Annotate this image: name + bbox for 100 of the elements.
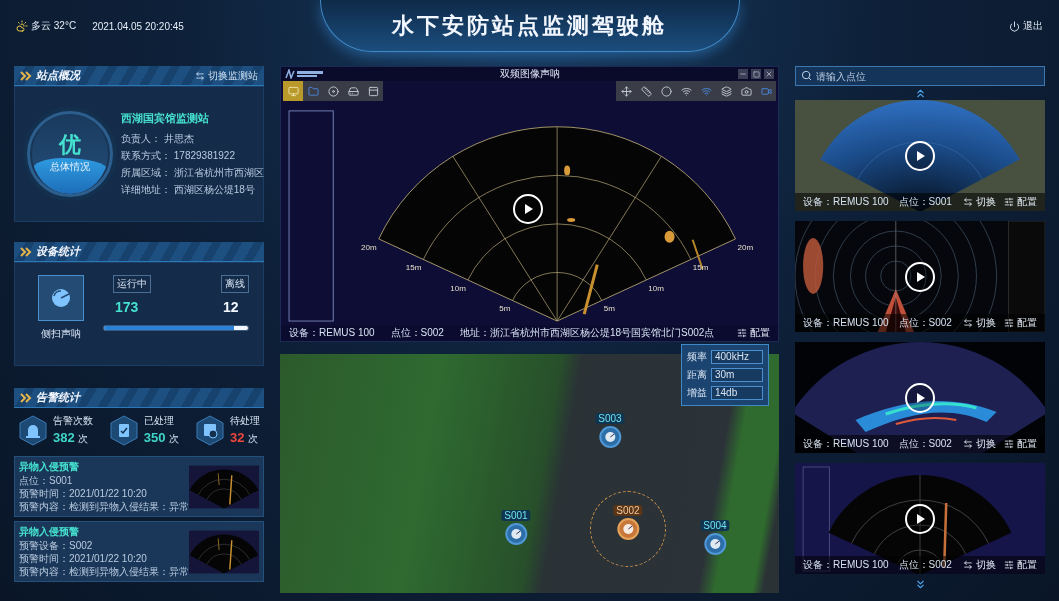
setting-label: 增益 bbox=[687, 386, 707, 400]
datetime-text: 2021.04.05 20:20:45 bbox=[92, 20, 184, 32]
video-icon bbox=[760, 85, 772, 97]
device-text: 设备：REMUS 100 bbox=[803, 195, 889, 209]
clipboard-check-icon bbox=[108, 414, 139, 446]
play-button[interactable] bbox=[905, 382, 935, 413]
play-icon bbox=[914, 391, 926, 404]
station-marker[interactable] bbox=[617, 518, 639, 540]
circle-icon bbox=[660, 85, 672, 97]
config-button[interactable]: 配置 bbox=[1004, 558, 1037, 572]
stat-label: 待处理 bbox=[230, 414, 260, 428]
drive-icon bbox=[347, 85, 359, 97]
alert-card[interactable]: 异物入侵预警 点位：S001 预警时间：2021/01/22 10:20 预警内容：检测到异物入侵结果：异常 bbox=[14, 456, 264, 517]
signal-icon bbox=[700, 85, 712, 97]
alert-text: 点位：S001 bbox=[19, 475, 74, 487]
panel-title: 站点概况 bbox=[36, 68, 80, 83]
power-icon bbox=[1009, 20, 1020, 32]
grade-caption: 总体情况 bbox=[50, 160, 90, 174]
signal-icon bbox=[680, 85, 692, 97]
config-button[interactable]: 配置 bbox=[1004, 195, 1037, 209]
device-text: 设备：REMUS 100 bbox=[289, 326, 375, 340]
radar-icon bbox=[510, 528, 522, 540]
station-label: S001 bbox=[501, 510, 531, 521]
device-text: 设备：REMUS 100 bbox=[803, 558, 889, 572]
device-name: 侧扫声呐 bbox=[41, 327, 81, 341]
switch-button[interactable]: 切换 bbox=[963, 316, 996, 330]
alert-text: 预警设备：S002 bbox=[19, 540, 94, 552]
close-icon bbox=[765, 70, 773, 78]
minimize-icon bbox=[739, 70, 747, 78]
search-field[interactable]: 请输入点位 bbox=[795, 66, 1045, 86]
radar-icon bbox=[622, 523, 634, 535]
play-icon bbox=[914, 512, 926, 525]
config-button[interactable]: 配置 bbox=[1004, 437, 1037, 451]
status-tag: 离线 bbox=[221, 275, 249, 293]
station-name: 西湖国宾馆监测站 bbox=[121, 111, 210, 126]
config-button[interactable]: 配置 bbox=[1004, 316, 1037, 330]
window-title: 双频图像声呐 bbox=[498, 67, 561, 81]
setting-field[interactable]: 14db bbox=[711, 386, 763, 400]
station-info-text: 所属区域： 浙江省杭州市西湖区 bbox=[121, 166, 264, 180]
setting-label: 频率 bbox=[687, 350, 707, 364]
station-marker[interactable] bbox=[599, 426, 621, 448]
radar-icon bbox=[709, 538, 721, 550]
switch-icon bbox=[963, 318, 973, 328]
disc-icon bbox=[327, 85, 339, 97]
station-marker[interactable] bbox=[505, 523, 527, 545]
panel-title: 告警统计 bbox=[36, 390, 80, 405]
layers-icon bbox=[720, 85, 732, 97]
chevrons-icon bbox=[20, 70, 32, 81]
switch-button[interactable]: 切换 bbox=[963, 437, 996, 451]
switch-button[interactable]: 切换 bbox=[963, 558, 996, 572]
setting-field[interactable]: 400kHz bbox=[711, 350, 763, 364]
logout-button[interactable]: 退出 bbox=[1009, 19, 1043, 33]
play-icon bbox=[914, 149, 926, 162]
window-icon bbox=[367, 85, 379, 97]
point-text: 点位：S002 bbox=[898, 437, 952, 451]
weather-text: 多云 32°C bbox=[31, 19, 77, 33]
status-tag: 运行中 bbox=[113, 275, 151, 293]
setting-field[interactable]: 30m bbox=[711, 368, 763, 382]
radar-icon bbox=[50, 287, 72, 309]
station-label: S002 bbox=[613, 505, 643, 516]
sliders-icon bbox=[1004, 318, 1014, 328]
switch-icon bbox=[963, 197, 973, 207]
play-button[interactable] bbox=[905, 261, 935, 292]
chevrons-icon bbox=[20, 392, 32, 403]
radar-icon bbox=[604, 431, 616, 443]
search-icon bbox=[801, 70, 812, 81]
switch-button[interactable]: 切换 bbox=[963, 195, 996, 209]
maximize-icon bbox=[752, 70, 760, 78]
station-label: S003 bbox=[595, 413, 625, 424]
sliders-icon bbox=[1004, 439, 1014, 449]
station-marker[interactable] bbox=[704, 533, 726, 555]
count-text: 173 bbox=[115, 299, 140, 315]
play-button[interactable] bbox=[513, 194, 543, 224]
station-info-text: 负责人： 井思杰 bbox=[121, 132, 195, 146]
station-info-text: 详细地址： 西湖区杨公堤18号 bbox=[121, 183, 256, 197]
switch-icon bbox=[195, 70, 205, 81]
page-title: 水下安防站点监测驾驶舱 bbox=[392, 11, 667, 40]
alert-text: 预警内容：检测到异物入侵结果：异常 bbox=[19, 501, 189, 513]
alert-title: 异物入侵预警 bbox=[19, 525, 80, 539]
sliders-icon bbox=[1004, 560, 1014, 570]
alert-text: 预警时间：2021/01/22 10:20 bbox=[19, 553, 148, 565]
switch-station-link[interactable]: 切换监测站 bbox=[195, 68, 258, 83]
sliders-icon bbox=[737, 328, 747, 338]
stat-value: 350 次 bbox=[143, 430, 180, 446]
alarm-light-icon bbox=[18, 414, 48, 446]
point-text: 点位：S001 bbox=[898, 195, 952, 209]
close-button[interactable] bbox=[764, 69, 774, 79]
play-button[interactable] bbox=[905, 140, 935, 171]
logo-icon bbox=[285, 69, 325, 79]
count-text: 12 bbox=[223, 299, 240, 315]
alert-card[interactable]: 异物入侵预警 预警设备：S002 预警时间：2021/01/22 10:20 预警内容：检测到异物入侵结果：异常 bbox=[14, 521, 264, 582]
alert-text: 预警时间：2021/01/22 10:20 bbox=[19, 488, 148, 500]
monitor-icon bbox=[287, 85, 299, 97]
address-text: 地址：浙江省杭州市西湖区杨公堤18号国宾馆北门S002点 bbox=[459, 326, 715, 340]
play-button[interactable] bbox=[905, 503, 935, 534]
point-text: 点位：S002 bbox=[898, 316, 952, 330]
config-button[interactable]: 配置 bbox=[737, 326, 770, 340]
sonar-thumbnail-drawing bbox=[189, 529, 259, 574]
camera-icon bbox=[740, 85, 752, 97]
setting-label: 距离 bbox=[687, 368, 707, 382]
